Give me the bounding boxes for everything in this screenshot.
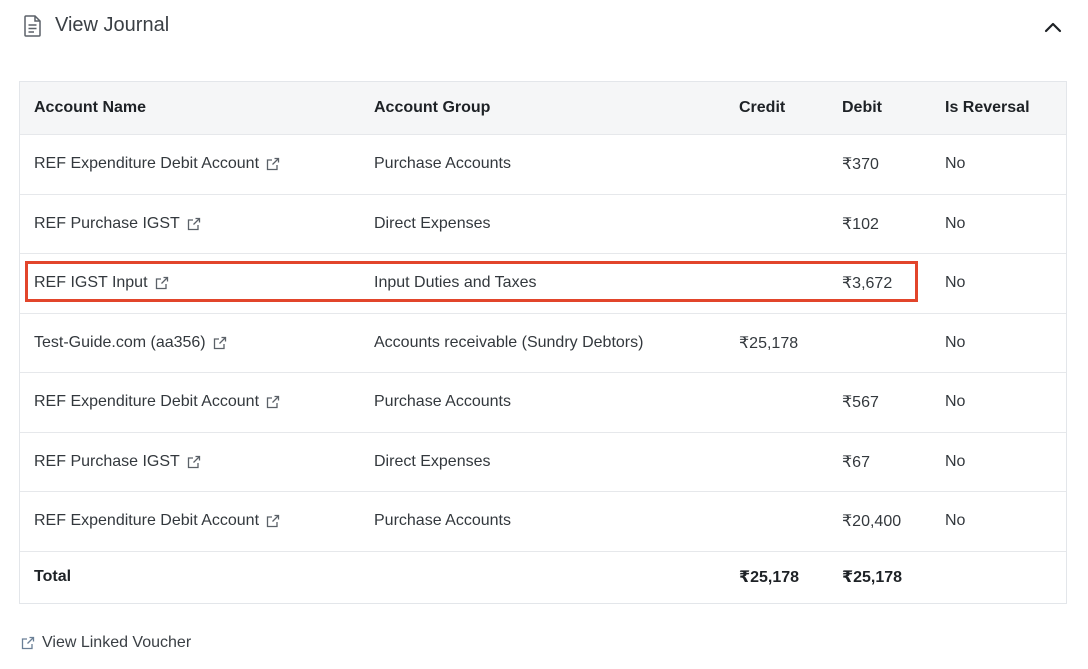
account-link[interactable]: REF Purchase IGST (34, 453, 202, 471)
table-row: REF Purchase IGST Direct Expenses ₹67 No (20, 431, 1066, 492)
chevron-up-icon[interactable] (1042, 16, 1064, 38)
reversal-value: No (945, 512, 966, 530)
table-row: REF Expenditure Debit Account Purchase A… (20, 491, 1066, 551)
reversal-value: No (945, 393, 966, 411)
table-total-row: Total ₹25,178 ₹25,178 (20, 550, 1066, 603)
account-name: REF Expenditure Debit Account (34, 512, 260, 530)
table-row-highlighted: REF IGST Input Input Duties and Taxes ₹3… (20, 253, 1066, 313)
external-link-icon (213, 336, 226, 349)
reversal-value: No (945, 214, 966, 232)
account-name: Test-Guide.com (aa356) (34, 333, 206, 351)
account-link[interactable]: REF Expenditure Debit Account (34, 155, 281, 173)
debit-value: ₹3,672 (842, 275, 893, 293)
column-header-account-name: Account Name (34, 99, 147, 116)
table-header-row: Account Name Account Group Credit Debit … (20, 82, 1066, 134)
reversal-value: No (945, 333, 966, 351)
column-header-account-group: Account Group (374, 99, 491, 116)
column-header-credit: Credit (739, 99, 786, 116)
account-group: Direct Expenses (374, 214, 491, 232)
view-linked-voucher-link[interactable]: View Linked Voucher (20, 634, 191, 652)
account-link[interactable]: REF Expenditure Debit Account (34, 393, 281, 411)
external-link-icon (187, 217, 200, 230)
external-link-icon (187, 455, 200, 468)
column-header-debit: Debit (842, 99, 882, 116)
section-title[interactable]: View Journal (55, 14, 169, 37)
column-header-is-reversal: Is Reversal (945, 99, 1030, 116)
debit-value: ₹370 (842, 156, 879, 174)
account-name: REF Purchase IGST (34, 452, 180, 470)
account-name: REF IGST Input (34, 274, 148, 292)
account-link[interactable]: REF Purchase IGST (34, 215, 202, 233)
external-link-icon (21, 636, 35, 650)
account-group: Direct Expenses (374, 452, 491, 470)
debit-value: ₹102 (842, 215, 879, 233)
table-row: REF Purchase IGST Direct Expenses ₹102 N… (20, 193, 1066, 254)
reversal-value: No (945, 274, 966, 292)
table-row: REF Expenditure Debit Account Purchase A… (20, 372, 1066, 432)
total-label: Total (34, 568, 72, 585)
total-credit: ₹25,178 (739, 569, 800, 586)
account-link[interactable]: REF Expenditure Debit Account (34, 512, 281, 530)
journal-table: Account Name Account Group Credit Debit … (19, 81, 1067, 604)
table-row: Test-Guide.com (aa356) Accounts receivab… (20, 312, 1066, 373)
external-link-icon (266, 515, 280, 528)
document-icon[interactable] (22, 14, 44, 38)
reversal-value: No (945, 155, 966, 173)
table-row: REF Expenditure Debit Account Purchase A… (20, 134, 1066, 194)
external-link-icon (266, 158, 280, 171)
account-name: REF Expenditure Debit Account (34, 393, 260, 411)
debit-value: ₹20,400 (842, 513, 902, 531)
account-group: Purchase Accounts (374, 155, 511, 173)
account-group: Input Duties and Taxes (374, 274, 537, 292)
view-linked-voucher-label: View Linked Voucher (42, 634, 192, 651)
account-group: Purchase Accounts (374, 393, 511, 411)
account-group: Purchase Accounts (374, 512, 511, 530)
account-link[interactable]: REF IGST Input (34, 274, 170, 292)
external-link-icon (266, 396, 280, 409)
account-group: Accounts receivable (Sundry Debtors) (374, 333, 644, 351)
account-name: REF Expenditure Debit Account (34, 155, 260, 173)
debit-value: ₹67 (842, 453, 870, 471)
reversal-value: No (945, 452, 966, 470)
account-name: REF Purchase IGST (34, 214, 180, 232)
total-debit: ₹25,178 (842, 569, 903, 586)
journal-header: View Journal (0, 0, 1088, 54)
external-link-icon (155, 277, 168, 290)
account-link[interactable]: Test-Guide.com (aa356) (34, 334, 228, 352)
debit-value: ₹567 (842, 394, 879, 412)
credit-value: ₹25,178 (739, 334, 799, 352)
